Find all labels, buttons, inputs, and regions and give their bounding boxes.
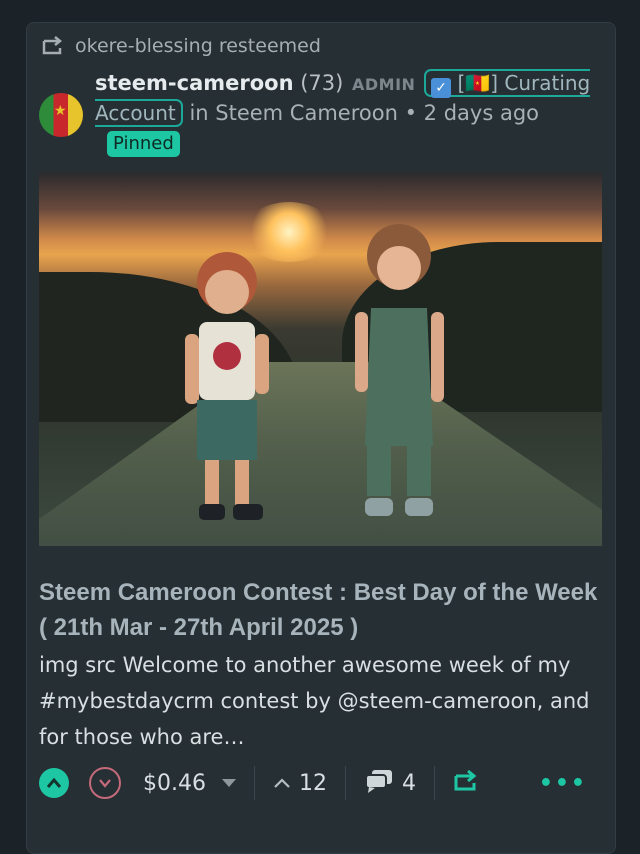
action-bar: $0.46 12 4 ••• [39,763,599,803]
post-thumbnail[interactable] [39,172,602,546]
upvote-icon[interactable] [39,768,69,798]
role-label: ADMIN [352,75,416,94]
comments-value: 4 [401,770,416,796]
avatar[interactable]: ★ [39,93,83,137]
votes-count[interactable]: 12 [273,771,327,796]
pinned-badge: Pinned [107,131,180,157]
downvote-icon[interactable] [89,767,121,799]
reblog-button[interactable] [453,769,479,796]
checkmark-icon: ✓ [431,78,452,98]
post-title[interactable]: Steem Cameroon Contest : Best Day of the… [39,575,604,645]
post-summary[interactable]: img src Welcome to another awesome week … [39,647,604,755]
caret-down-icon[interactable] [221,779,236,787]
payout-value[interactable]: $0.46 [143,771,206,796]
author-reputation: (73) [300,71,344,95]
resteem-icon [41,36,65,56]
resteem-notice: okere-blessing resteemed [41,31,321,61]
reblog-icon [453,769,479,796]
post-meta: steem-cameroon (73) ADMIN ✓ [🇨🇲] Curatin… [95,69,595,157]
post-card: okere-blessing resteemed ★ steem-cameroo… [26,22,616,854]
votes-value: 12 [298,770,327,796]
community-link[interactable]: in Steem Cameroon [189,101,397,125]
author-link[interactable]: steem-cameroon [95,71,294,95]
post-time[interactable]: 2 days ago [424,101,539,125]
more-icon[interactable]: ••• [539,771,587,796]
comments-icon [364,768,394,798]
dot-separator: • [404,101,417,125]
vote-group: $0.46 [39,767,236,799]
resteem-label: okere-blessing resteemed [75,35,321,57]
comments-count[interactable]: 4 [364,768,416,798]
votes-chevron-icon [273,774,291,793]
